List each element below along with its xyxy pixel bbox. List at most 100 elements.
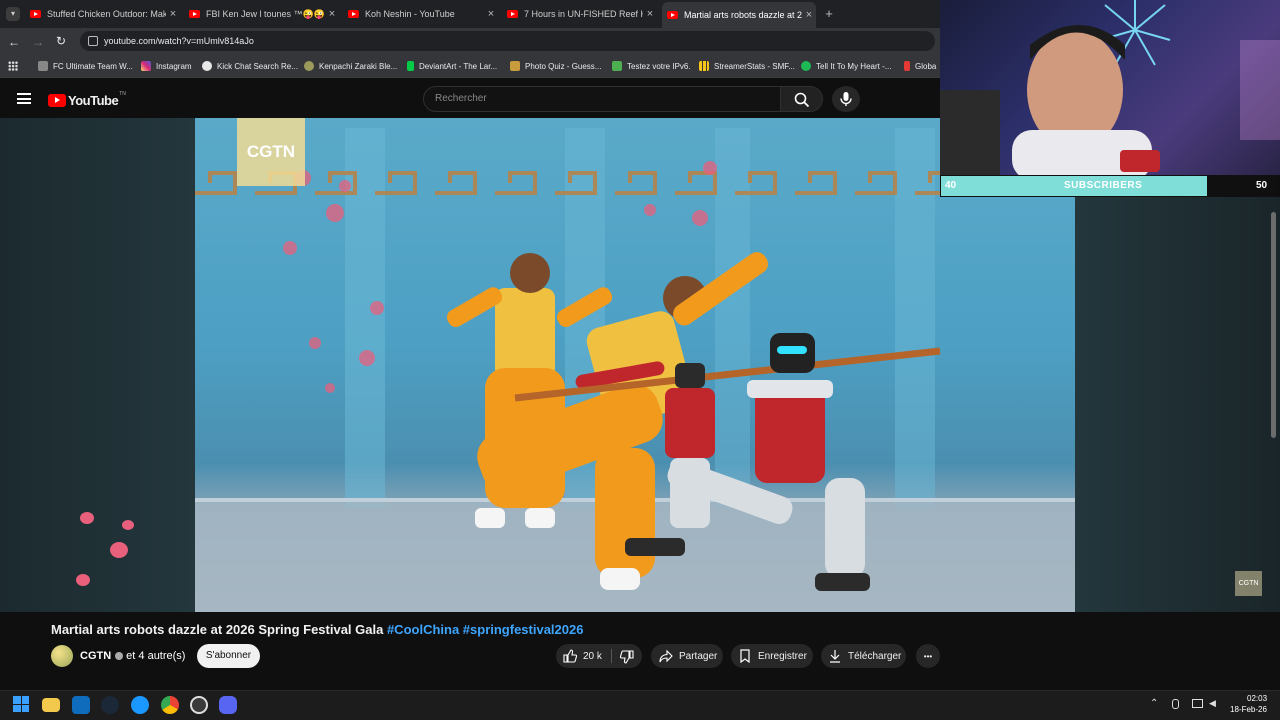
thumbs-up-icon — [563, 649, 577, 663]
youtube-favicon-icon — [667, 11, 678, 19]
youtube-logo-icon — [48, 93, 66, 107]
subscribe-button[interactable]: S'abonner — [197, 644, 260, 668]
windows-start-icon[interactable] — [13, 696, 29, 712]
bookmark-item[interactable]: StreamerStats - SMF... — [699, 59, 795, 73]
channel-name-link[interactable]: CGTN et 4 autre(s) — [80, 650, 185, 662]
bookmark-label: Kenpachi Zaraki Ble... — [319, 61, 398, 71]
bookmark-favicon-icon — [38, 61, 48, 71]
save-button[interactable]: Enregistrer — [731, 644, 813, 668]
prime-video-icon[interactable] — [131, 696, 149, 714]
channel-collaborators: et 4 autre(s) — [126, 650, 186, 662]
channel-watermark: CGTN — [237, 118, 305, 186]
channel-avatar[interactable] — [51, 645, 73, 667]
ambient-glow-right — [1075, 197, 1280, 612]
bookmark-item[interactable]: Tell It To My Heart -... — [801, 59, 891, 73]
bookmark-favicon-icon — [904, 61, 910, 71]
tab-close-icon[interactable]: × — [484, 8, 498, 20]
video-title-text: Martial arts robots dazzle at 2026 Sprin… — [51, 622, 387, 637]
spotify-icon — [801, 61, 811, 71]
bookmark-label: Instagram — [156, 61, 192, 71]
more-dots-icon: ••• — [923, 651, 933, 661]
bookmark-icon — [740, 649, 750, 663]
chrome-icon[interactable] — [161, 696, 179, 714]
kick-icon — [202, 61, 212, 71]
bookmark-item[interactable]: DeviantArt - The Lar... — [407, 59, 497, 73]
youtube-favicon-icon — [189, 10, 200, 18]
tab-close-icon[interactable]: × — [802, 9, 816, 21]
browser-tab[interactable]: FBI Ken Jew l tounes ™😜😜 × — [189, 4, 339, 24]
microphone-icon — [840, 92, 852, 106]
search-icon — [794, 92, 810, 108]
dislike-button[interactable] — [619, 650, 634, 669]
hamburger-menu-icon[interactable] — [17, 93, 31, 104]
browser-tab[interactable]: 7 Hours in UN-FISHED Reef Ho × — [507, 4, 657, 24]
subscriber-current: 40 — [945, 180, 957, 191]
like-button[interactable]: 20 k — [563, 649, 602, 663]
youtube-favicon-icon — [30, 10, 41, 18]
share-button[interactable]: Partager — [651, 644, 723, 668]
tab-label: Koh Neshin - YouTube — [365, 9, 455, 19]
tab-label: Stuffed Chicken Outdoor: Makin — [47, 9, 166, 19]
clock-time[interactable]: 02:03 — [1247, 694, 1267, 703]
subscriber-label: SUBSCRIBERS — [1064, 180, 1143, 191]
tray-network-icon[interactable] — [1192, 699, 1203, 708]
apps-grid-icon[interactable] — [8, 61, 18, 71]
file-explorer-icon[interactable] — [42, 698, 60, 712]
browser-tab[interactable]: Koh Neshin - YouTube × — [348, 4, 498, 24]
bookmark-label: Photo Quiz - Guess... — [525, 61, 602, 71]
bookmark-item[interactable]: Globa — [904, 59, 940, 73]
youtube-logo-country: TN — [119, 91, 126, 97]
obs-icon[interactable] — [190, 696, 208, 714]
deviantart-icon — [407, 61, 414, 71]
download-icon — [830, 650, 840, 663]
tab-close-icon[interactable]: × — [325, 8, 339, 20]
search-input[interactable]: Rechercher — [423, 86, 781, 112]
bookmark-item[interactable]: Testez votre IPv6. — [612, 59, 691, 73]
browser-tab[interactable]: Stuffed Chicken Outdoor: Makin × — [30, 4, 180, 24]
voice-search-button[interactable] — [832, 86, 860, 112]
tray-microphone-icon[interactable] — [1172, 699, 1179, 709]
thumbs-down-icon — [619, 650, 634, 664]
more-actions-button[interactable]: ••• — [916, 644, 940, 668]
like-divider — [611, 649, 612, 663]
video-corner-watermark: CGTN — [1235, 571, 1262, 596]
streamer-webcam — [940, 0, 1280, 175]
tray-chevron-icon[interactable]: ⌃ — [1150, 698, 1158, 709]
bookmark-label: FC Ultimate Team W... — [53, 61, 133, 71]
youtube-logo[interactable]: YouTube TN — [48, 91, 128, 109]
outlook-icon[interactable] — [72, 696, 90, 714]
search-placeholder: Rechercher — [435, 93, 487, 104]
new-tab-button[interactable]: + — [822, 6, 836, 22]
bookmark-item[interactable]: Photo Quiz - Guess... — [510, 59, 601, 73]
steam-icon[interactable] — [101, 696, 119, 714]
instagram-icon — [141, 61, 151, 71]
browser-tab-active[interactable]: Martial arts robots dazzle at 202 × — [662, 2, 816, 28]
search-button[interactable] — [781, 86, 823, 112]
back-icon[interactable]: ← — [8, 35, 22, 49]
tab-close-icon[interactable]: × — [166, 8, 180, 20]
download-button[interactable]: Télécharger — [821, 644, 906, 668]
floating-hearts — [76, 512, 146, 592]
site-info-icon[interactable] — [88, 36, 98, 46]
tray-volume-icon[interactable]: ◀ — [1209, 698, 1216, 709]
bookmark-item[interactable]: FC Ultimate Team W... — [38, 59, 133, 73]
clock-date[interactable]: 18-Feb-26 — [1230, 705, 1267, 714]
forward-icon[interactable]: → — [32, 35, 46, 49]
save-label: Enregistrer — [758, 650, 807, 662]
tab-close-icon[interactable]: × — [643, 8, 657, 20]
bookmark-label: Tell It To My Heart -... — [816, 61, 892, 71]
share-arrow-icon — [659, 649, 673, 663]
bookmark-item[interactable]: Kick Chat Search Re... — [202, 59, 298, 73]
hashtag-links[interactable]: #CoolChina #springfestival2026 — [387, 622, 584, 637]
tab-search-button[interactable]: ▾ — [6, 7, 20, 21]
bookmark-item[interactable]: Instagram — [141, 59, 192, 73]
url-text: youtube.com/watch?v=mUmlv814aJo — [104, 36, 254, 46]
channel-name: CGTN — [80, 650, 112, 662]
discord-icon[interactable] — [219, 696, 237, 714]
scrollbar[interactable] — [1271, 212, 1276, 438]
bookmark-item[interactable]: Kenpachi Zaraki Ble... — [304, 59, 397, 73]
bookmark-label: Globa — [915, 61, 937, 71]
reload-icon[interactable]: ↻ — [56, 34, 70, 48]
bookmark-label: StreamerStats - SMF... — [714, 61, 795, 71]
bookmark-label: Kick Chat Search Re... — [217, 61, 298, 71]
